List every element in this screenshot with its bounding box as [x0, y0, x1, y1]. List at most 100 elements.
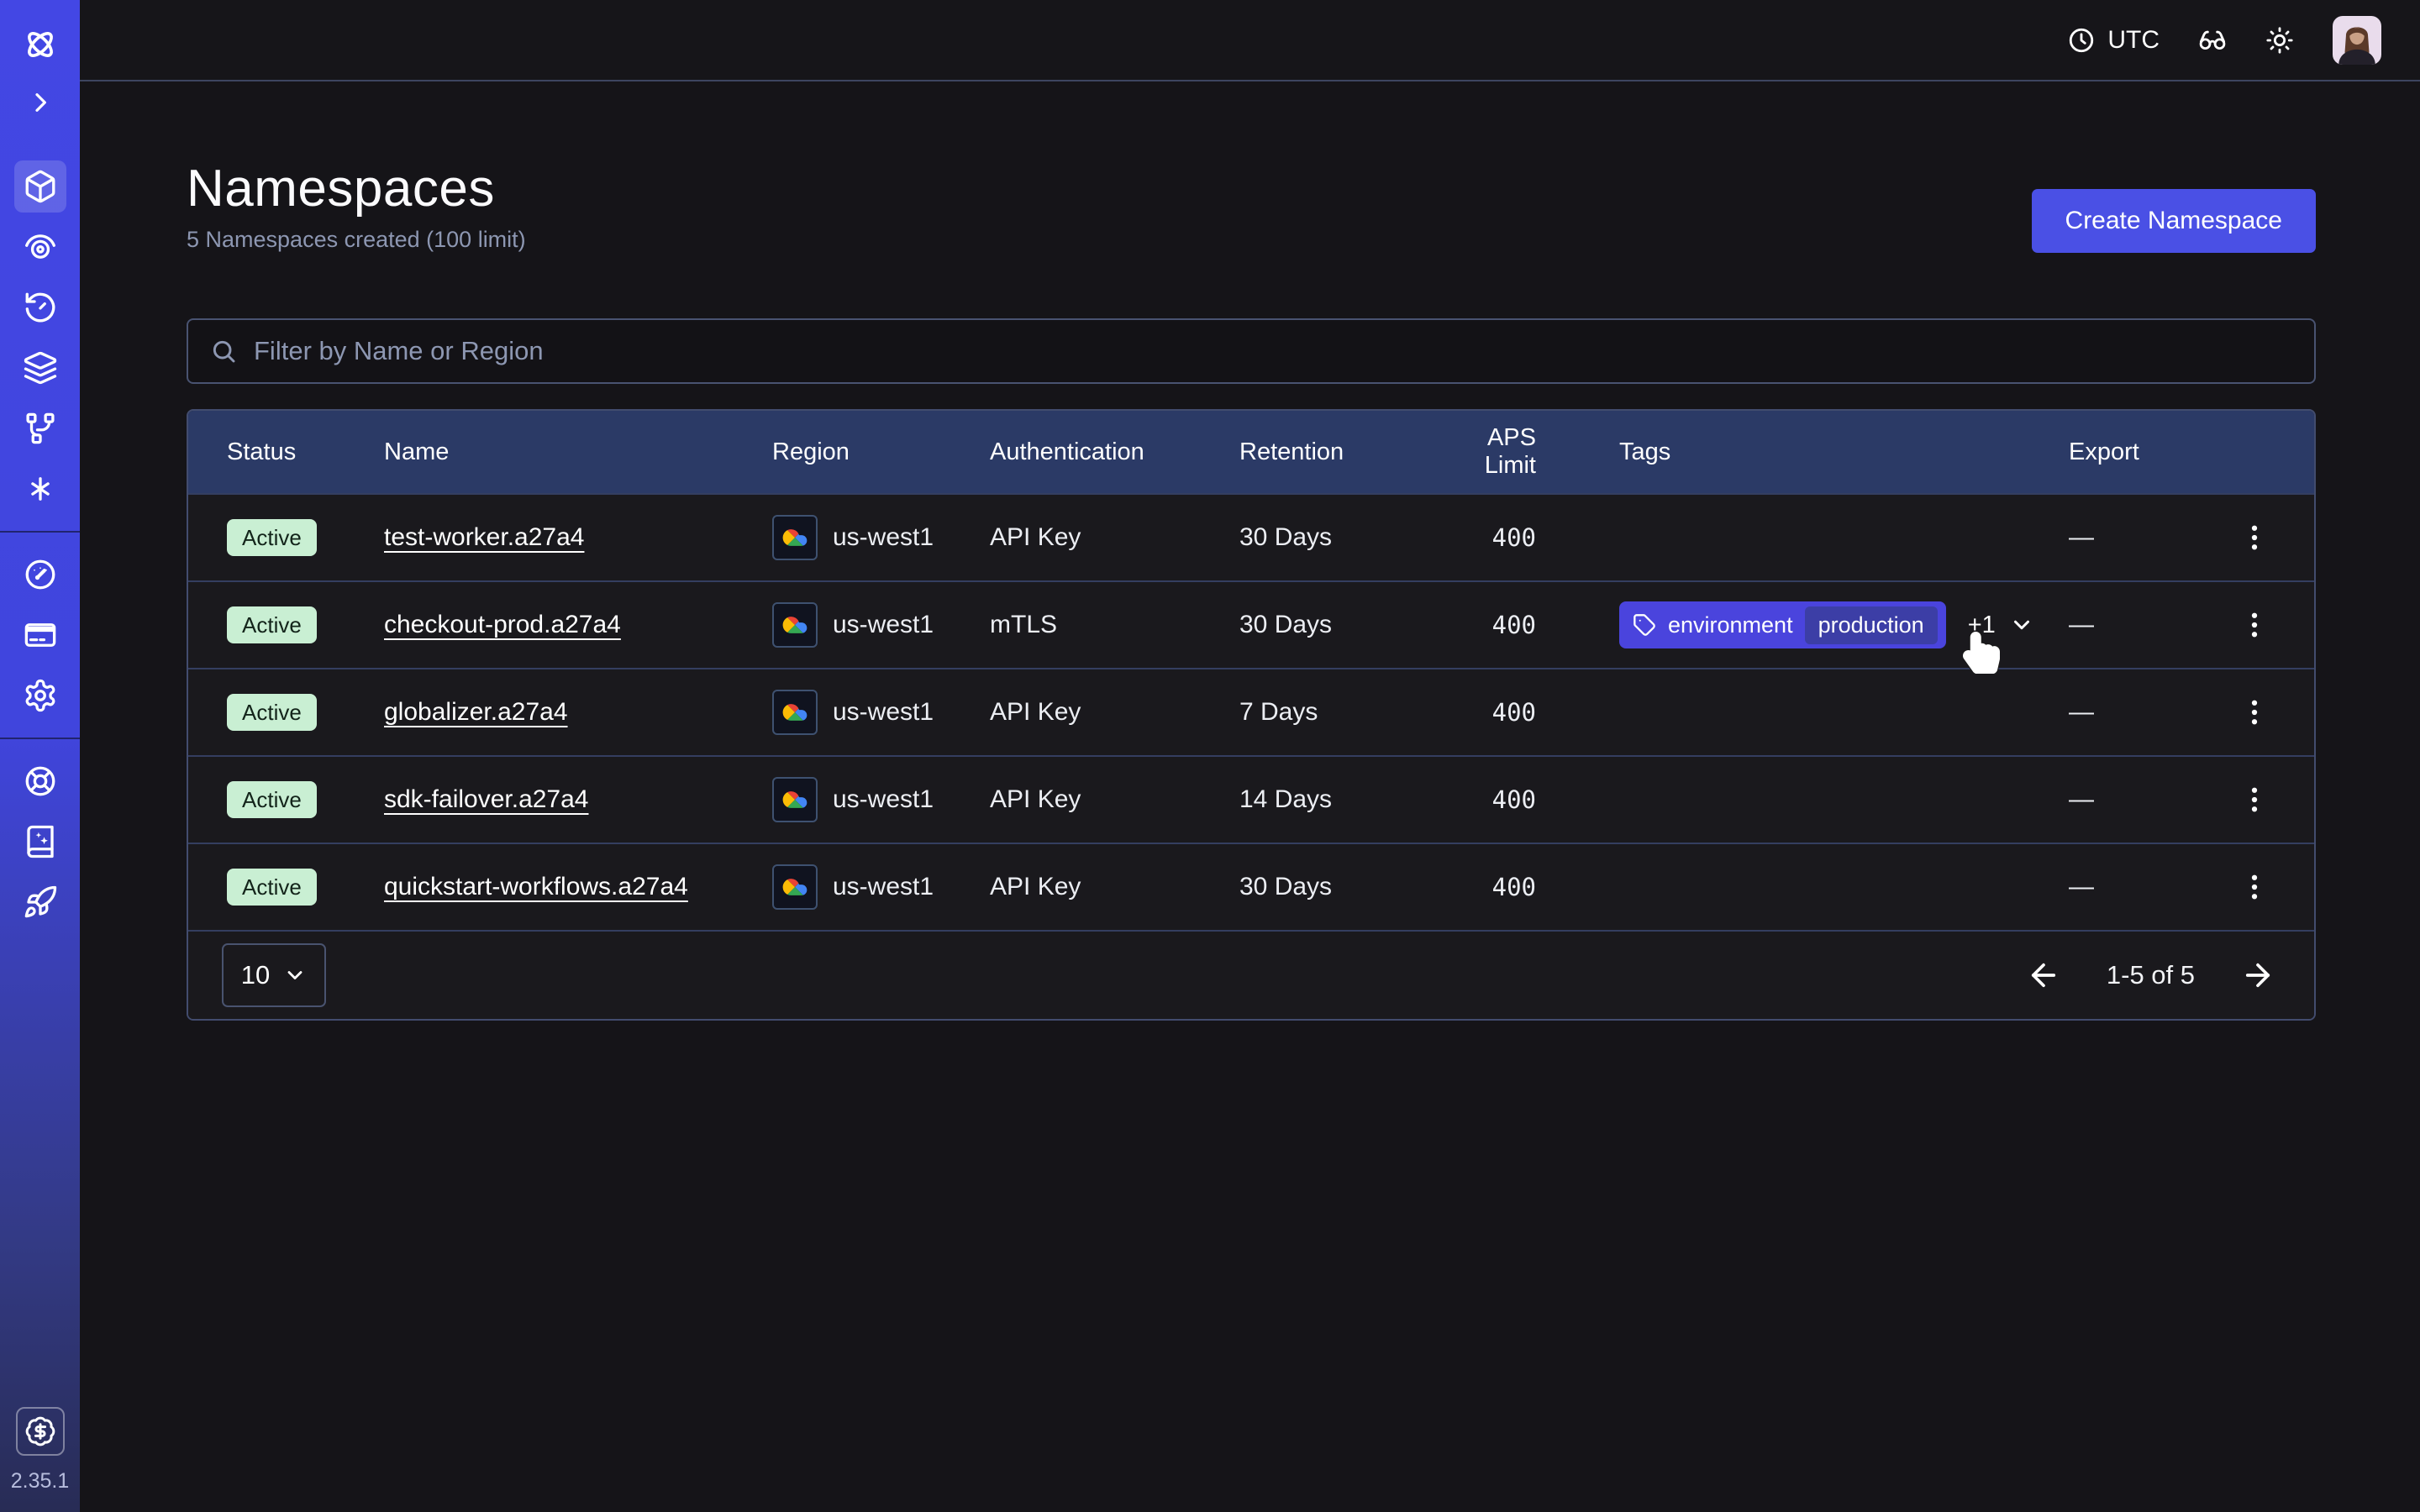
sidebar-item-support[interactable]	[14, 755, 66, 807]
kebab-icon	[2239, 522, 2270, 553]
status-cell: Active	[227, 519, 384, 556]
actions-cell	[2195, 514, 2314, 561]
aps-cell: 400	[1430, 873, 1536, 901]
sidebar-item-batch-operations[interactable]	[14, 463, 66, 515]
create-namespace-button[interactable]: Create Namespace	[2032, 189, 2316, 253]
chevron-down-icon	[283, 963, 307, 987]
sidebar-expand-button[interactable]	[14, 76, 66, 129]
namespaces-table: Status Name Region Authentication Retent…	[187, 409, 2316, 1021]
sidebar-divider	[0, 531, 80, 533]
chevron-right-icon	[27, 89, 54, 116]
region-label: us-west1	[833, 523, 934, 552]
auth-cell: API Key	[990, 523, 1239, 552]
gcp-icon	[772, 690, 818, 735]
table-row: Active globalizer.a27a4 us-west1 API Key	[188, 668, 2314, 755]
sidebar-item-nexus[interactable]	[14, 402, 66, 454]
glasses-icon	[2198, 26, 2227, 55]
region-cell: us-west1	[772, 515, 990, 560]
next-page-button[interactable]	[2240, 958, 2275, 993]
namespace-tag[interactable]: environment production	[1619, 601, 1946, 648]
name-cell: quickstart-workflows.a27a4	[384, 873, 772, 901]
pricing-button[interactable]	[16, 1407, 65, 1456]
arrow-right-icon	[2240, 958, 2275, 993]
status-badge: Active	[227, 519, 317, 556]
sidebar-item-deployments[interactable]	[14, 342, 66, 394]
sidebar-item-usage[interactable]	[14, 549, 66, 601]
gauge-icon	[23, 557, 58, 592]
export-cell: —	[2069, 785, 2195, 814]
kebab-icon	[2239, 610, 2270, 640]
timezone-label: UTC	[2107, 26, 2160, 55]
name-cell: checkout-prod.a27a4	[384, 611, 772, 639]
search-icon	[210, 338, 237, 365]
retention-cell: 30 Days	[1239, 873, 1430, 901]
row-menu-button[interactable]	[2231, 689, 2278, 736]
status-cell: Active	[227, 781, 384, 818]
col-tags: Tags	[1536, 438, 2069, 466]
kebab-icon	[2239, 697, 2270, 727]
table-body: Active test-worker.a27a4 us-west1 API Ke…	[188, 493, 2314, 930]
sidebar-item-docs[interactable]	[14, 816, 66, 868]
retention-cell: 30 Days	[1239, 523, 1430, 552]
aps-cell: 400	[1430, 698, 1536, 727]
prev-page-button[interactable]	[2026, 958, 2061, 993]
reader-mode-button[interactable]	[2198, 26, 2227, 55]
search-input[interactable]	[254, 336, 2292, 366]
namespace-link[interactable]: quickstart-workflows.a27a4	[384, 873, 688, 901]
auth-cell: mTLS	[990, 611, 1239, 639]
avatar-image	[2333, 16, 2381, 65]
kebab-icon	[2239, 785, 2270, 815]
status-cell: Active	[227, 606, 384, 643]
table-footer: 10 1-5 of 5	[188, 930, 2314, 1019]
sidebar-item-billing[interactable]	[14, 609, 66, 661]
region-cell: us-west1	[772, 777, 990, 822]
row-menu-button[interactable]	[2231, 776, 2278, 823]
actions-cell	[2195, 776, 2314, 823]
sidebar-item-schedules[interactable]	[14, 281, 66, 333]
sidebar-item-getting-started[interactable]	[14, 876, 66, 928]
sidebar-item-insights[interactable]	[14, 221, 66, 273]
col-export: Export	[2069, 438, 2195, 466]
region-label: us-west1	[833, 611, 934, 639]
row-menu-button[interactable]	[2231, 514, 2278, 561]
sidebar-item-namespaces[interactable]	[14, 160, 66, 213]
row-menu-button[interactable]	[2231, 601, 2278, 648]
row-menu-button[interactable]	[2231, 864, 2278, 911]
tag-icon	[1633, 613, 1656, 637]
theme-toggle-button[interactable]	[2265, 26, 2294, 55]
gcp-icon	[772, 864, 818, 910]
sidebar-divider	[0, 738, 80, 739]
col-status: Status	[227, 438, 384, 466]
region-cell: us-west1	[772, 602, 990, 648]
temporal-logo-icon	[21, 25, 60, 64]
timezone-button[interactable]: UTC	[2067, 26, 2160, 55]
col-retention: Retention	[1239, 438, 1430, 466]
namespace-link[interactable]: sdk-failover.a27a4	[384, 785, 589, 814]
branch-nodes-icon	[23, 411, 58, 446]
namespace-link[interactable]: globalizer.a27a4	[384, 698, 568, 727]
app-version: 2.35.1	[11, 1469, 70, 1494]
namespace-link[interactable]: test-worker.a27a4	[384, 523, 584, 552]
status-badge: Active	[227, 606, 317, 643]
tag-more-count[interactable]: +1	[1968, 612, 1996, 639]
aps-cell: 400	[1430, 523, 1536, 552]
topbar: UTC	[80, 0, 2420, 81]
gcp-icon	[772, 602, 818, 648]
actions-cell	[2195, 864, 2314, 911]
chevron-down-icon[interactable]	[2009, 612, 2034, 638]
namespace-link[interactable]: checkout-prod.a27a4	[384, 611, 621, 639]
retention-cell: 30 Days	[1239, 611, 1430, 639]
name-cell: sdk-failover.a27a4	[384, 785, 772, 814]
page-size-select[interactable]: 10	[222, 943, 326, 1007]
clock-icon	[2067, 26, 2096, 55]
auth-cell: API Key	[990, 785, 1239, 814]
table-row: Active test-worker.a27a4 us-west1 API Ke…	[188, 493, 2314, 580]
table-header: Status Name Region Authentication Retent…	[188, 411, 2314, 493]
main-content: Namespaces 5 Namespaces created (100 lim…	[80, 83, 2420, 1512]
avatar[interactable]	[2333, 16, 2381, 65]
auth-cell: API Key	[990, 698, 1239, 727]
temporal-logo[interactable]	[14, 18, 66, 71]
sidebar-item-settings[interactable]	[14, 669, 66, 722]
history-clock-icon	[23, 290, 58, 325]
gcp-icon	[772, 515, 818, 560]
